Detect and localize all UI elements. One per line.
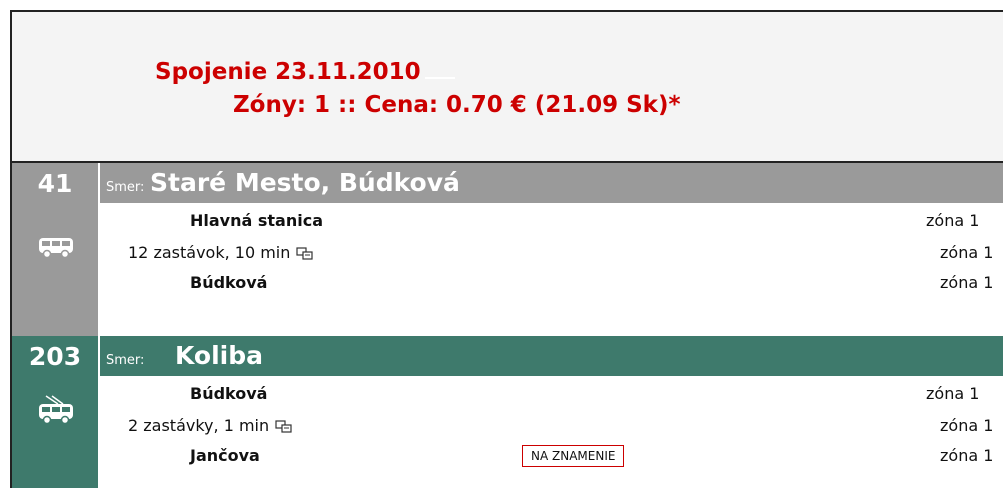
leg-203: 203 Smer: Koliba Búdková zóna 1 2 zastáv… (12, 336, 1003, 488)
direction-name[interactable]: Staré Mesto, Búdková (150, 168, 460, 197)
trip-info-row: 12 zastávok, 10 min zóna 1 (98, 240, 1003, 266)
connection-title: Spojenie 23.11.2010 (155, 59, 455, 85)
stops-list-icon[interactable] (275, 419, 293, 434)
zone-label: zóna 1 (940, 416, 994, 435)
stop-name[interactable]: Búdková (190, 273, 267, 292)
direction-label: Smer: (106, 180, 145, 195)
connection-panel: Spojenie 23.11.2010 Zóny: 1 :: Cena: 0.7… (10, 10, 1003, 488)
connection-header: Spojenie 23.11.2010 Zóny: 1 :: Cena: 0.7… (12, 12, 1003, 163)
fare-summary: Zóny: 1 :: Cena: 0.70 € (21.09 Sk)* (233, 92, 681, 118)
zone-label: zóna 1 (926, 384, 980, 403)
request-stop-badge: NA ZNAMENIE (522, 445, 625, 467)
trolleybus-icon (39, 395, 73, 425)
departure-row: Hlavná stanica zóna 1 (98, 208, 1003, 234)
stop-name[interactable]: Jančova (190, 446, 260, 465)
line-number[interactable]: 203 (12, 342, 98, 371)
zone-label: zóna 1 (926, 211, 980, 230)
zone-label: zóna 1 (940, 273, 994, 292)
trip-info: 2 zastávky, 1 min (128, 416, 293, 435)
zone-label: zóna 1 (940, 243, 994, 262)
trip-info-row: 2 zastávky, 1 min zóna 1 (98, 413, 1003, 439)
line-number[interactable]: 41 (12, 169, 98, 198)
stops-list-icon[interactable] (296, 246, 314, 261)
stop-name[interactable]: Búdková (190, 384, 267, 403)
arrival-row: Búdková zóna 1 (98, 270, 1003, 296)
leg-41: 41 Smer: Staré Mesto, Búdková Hlavná sta… (12, 163, 1003, 336)
trip-info: 12 zastávok, 10 min (128, 243, 314, 262)
departure-row: Búdková zóna 1 (98, 381, 1003, 407)
zone-label: zóna 1 (940, 446, 994, 465)
bus-icon (39, 238, 73, 259)
direction-label: Smer: (106, 353, 145, 368)
stop-name[interactable]: Hlavná stanica (190, 211, 323, 230)
direction-bar: Smer: Koliba (98, 336, 1003, 376)
line-badge: 41 (12, 163, 98, 336)
direction-name[interactable]: Koliba (175, 341, 263, 370)
line-badge: 203 (12, 336, 98, 488)
arrival-row: Jančova NA ZNAMENIE zóna 1 (98, 443, 1003, 469)
direction-bar: Smer: Staré Mesto, Búdková (98, 163, 1003, 203)
